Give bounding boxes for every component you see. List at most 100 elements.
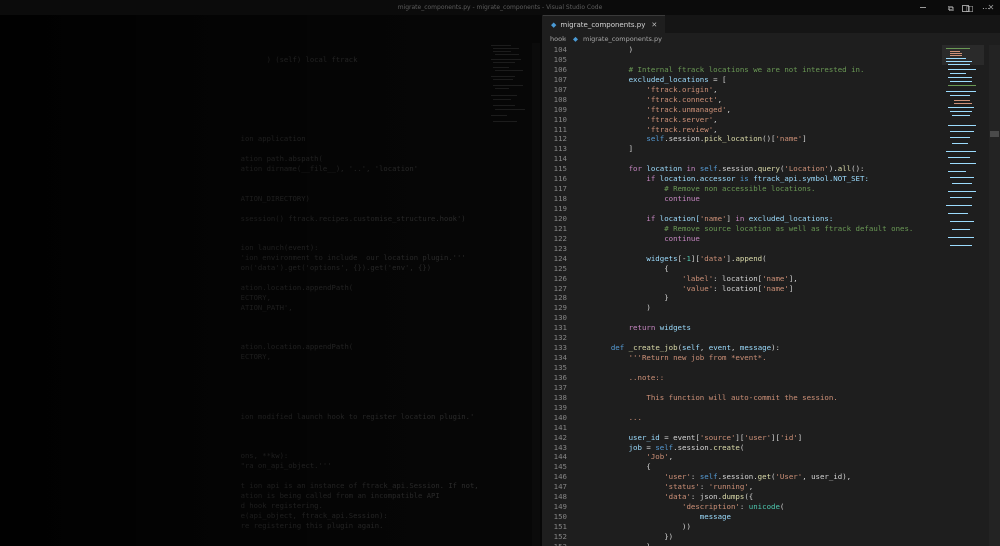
line-text[interactable]: message: [593, 512, 731, 522]
line-text[interactable]: 'status': 'running',: [593, 482, 753, 492]
code-line[interactable]: 122 continue: [543, 234, 943, 244]
code-line[interactable]: 123: [543, 244, 943, 254]
code-line[interactable]: 110 'ftrack.server',: [543, 115, 943, 125]
line-text[interactable]: }: [593, 293, 668, 303]
line-text[interactable]: ..note::: [593, 373, 665, 383]
code-line[interactable]: 108 'ftrack.connect',: [543, 95, 943, 105]
code-line[interactable]: 132: [543, 333, 943, 343]
code-line[interactable]: 144 'Job',: [543, 452, 943, 462]
line-text[interactable]: 'ftrack.origin',: [593, 85, 717, 95]
code-line[interactable]: 141: [543, 423, 943, 433]
code-line[interactable]: 134 '''Return new job from *event*.: [543, 353, 943, 363]
scrollbar-thumb[interactable]: [990, 131, 999, 137]
line-text[interactable]: continue: [593, 194, 700, 204]
line-text[interactable]: self.session.pick_location()['name']: [593, 134, 806, 144]
line-text[interactable]: if location['name'] in excluded_location…: [593, 214, 833, 224]
line-text[interactable]: ]: [593, 144, 633, 154]
vertical-scrollbar[interactable]: [989, 45, 1000, 546]
line-text[interactable]: 'user': self.session.get('User', user_id…: [593, 472, 851, 482]
line-text[interactable]: ): [593, 45, 633, 55]
code-line[interactable]: 125 {: [543, 264, 943, 274]
code-line[interactable]: 139: [543, 403, 943, 413]
line-text[interactable]: '''Return new job from *event*.: [593, 353, 767, 363]
line-text[interactable]: {: [593, 462, 650, 472]
code-line[interactable]: 114: [543, 154, 943, 164]
code-line[interactable]: 138 This function will auto-commit the s…: [543, 393, 943, 403]
code-line[interactable]: 153 }: [543, 542, 943, 546]
code-line[interactable]: 150 message: [543, 512, 943, 522]
minimap[interactable]: [942, 45, 984, 265]
code-line[interactable]: 104 ): [543, 45, 943, 55]
line-text[interactable]: 'ftrack.connect',: [593, 95, 722, 105]
code-line[interactable]: 105: [543, 55, 943, 65]
line-text[interactable]: # Remove source location as well as ftra…: [593, 224, 913, 234]
code-line[interactable]: 128 }: [543, 293, 943, 303]
code-line[interactable]: 129 ): [543, 303, 943, 313]
left-editor-pane[interactable]: ) (self) local ftrack ion application at…: [0, 15, 542, 546]
breadcrumb-file[interactable]: migrate_components.py: [583, 33, 662, 45]
line-text[interactable]: continue: [593, 234, 700, 244]
line-text[interactable]: 'ftrack.review',: [593, 125, 717, 135]
code-line[interactable]: 116 if location.accessor is ftrack_api.s…: [543, 174, 943, 184]
line-text[interactable]: user_id = event['source']['user']['id']: [593, 433, 803, 443]
code-line[interactable]: 131 return widgets: [543, 323, 943, 333]
code-line[interactable]: 113 ]: [543, 144, 943, 154]
code-line[interactable]: 124 widgets[-1]['data'].append(: [543, 254, 943, 264]
code-line[interactable]: 107 'ftrack.origin',: [543, 85, 943, 95]
minimize-icon[interactable]: [910, 0, 936, 15]
line-text[interactable]: # Internal ftrack locations we are not i…: [593, 65, 865, 75]
line-text[interactable]: return widgets: [593, 323, 691, 333]
code-line[interactable]: 143 job = self.session.create(: [543, 443, 943, 453]
line-text[interactable]: def _create_job(self, event, message):: [593, 343, 780, 353]
code-line[interactable]: 152 }): [543, 532, 943, 542]
code-line[interactable]: 149 'description': unicode(: [543, 502, 943, 512]
code-line[interactable]: 111 'ftrack.review',: [543, 125, 943, 135]
code-line[interactable]: 118 continue: [543, 194, 943, 204]
code-line[interactable]: 115 for location in self.session.query('…: [543, 164, 943, 174]
code-line[interactable]: 140 ...: [543, 413, 943, 423]
code-line[interactable]: 142 user_id = event['source']['user']['i…: [543, 433, 943, 443]
line-text[interactable]: 'value': location['name']: [593, 284, 793, 294]
code-line[interactable]: 117 # Remove non accessible locations.: [543, 184, 943, 194]
code-line[interactable]: 112 self.session.pick_location()['name']: [543, 134, 943, 144]
code-line[interactable]: 106 # Internal ftrack locations we are n…: [543, 65, 943, 75]
open-changes-icon[interactable]: ⧉: [948, 0, 954, 18]
code-line[interactable]: 107 excluded_locations = [: [543, 75, 943, 85]
tab-migrate-components[interactable]: ◆ migrate_components.py ✕: [543, 15, 666, 34]
line-text[interactable]: 'ftrack.server',: [593, 115, 717, 125]
code-line[interactable]: 145 {: [543, 462, 943, 472]
code-line[interactable]: 109 'ftrack.unmanaged',: [543, 105, 943, 115]
code-line[interactable]: 133 def _create_job(self, event, message…: [543, 343, 943, 353]
line-text[interactable]: 'description': unicode(: [593, 502, 784, 512]
code-line[interactable]: 146 'user': self.session.get('User', use…: [543, 472, 943, 482]
line-text[interactable]: widgets[-1]['data'].append(: [593, 254, 766, 264]
line-text[interactable]: job = self.session.create(: [593, 443, 745, 453]
split-editor-icon[interactable]: ◫: [966, 0, 974, 18]
code-line[interactable]: 127 'value': location['name']: [543, 284, 943, 294]
code-line[interactable]: 130: [543, 313, 943, 323]
code-line[interactable]: 137: [543, 383, 943, 393]
line-text[interactable]: 'ftrack.unmanaged',: [593, 105, 731, 115]
code-line[interactable]: 121 # Remove source location as well as …: [543, 224, 943, 234]
code-line[interactable]: 126 'label': location['name'],: [543, 274, 943, 284]
code-line[interactable]: 120 if location['name'] in excluded_loca…: [543, 214, 943, 224]
code-line[interactable]: 147 'status': 'running',: [543, 482, 943, 492]
line-text[interactable]: This function will auto-commit the sessi…: [593, 393, 837, 403]
line-text[interactable]: ): [593, 303, 650, 313]
code-line[interactable]: 148 'data': json.dumps({: [543, 492, 943, 502]
line-text[interactable]: # Remove non accessible locations.: [593, 184, 815, 194]
maximize-icon[interactable]: [952, 0, 978, 15]
line-text[interactable]: }): [593, 532, 673, 542]
line-text[interactable]: ...: [593, 413, 642, 423]
line-text[interactable]: {: [593, 264, 668, 274]
code-area[interactable]: 104 ) 105 106 # Internal ftrack locations …: [543, 45, 943, 546]
tab-close-icon[interactable]: ✕: [651, 21, 657, 29]
more-actions-icon[interactable]: ⋯: [982, 0, 990, 18]
code-editor[interactable]: 104 ) 105 106 # Internal ftrack locations …: [543, 45, 1000, 546]
code-line[interactable]: 136 ..note::: [543, 373, 943, 383]
line-text[interactable]: if location.accessor is ftrack_api.symbo…: [593, 174, 869, 184]
line-text[interactable]: 'label': location['name'],: [593, 274, 798, 284]
code-line[interactable]: 119: [543, 204, 943, 214]
line-text[interactable]: excluded_locations = [: [593, 75, 727, 85]
line-text[interactable]: )): [593, 522, 691, 532]
